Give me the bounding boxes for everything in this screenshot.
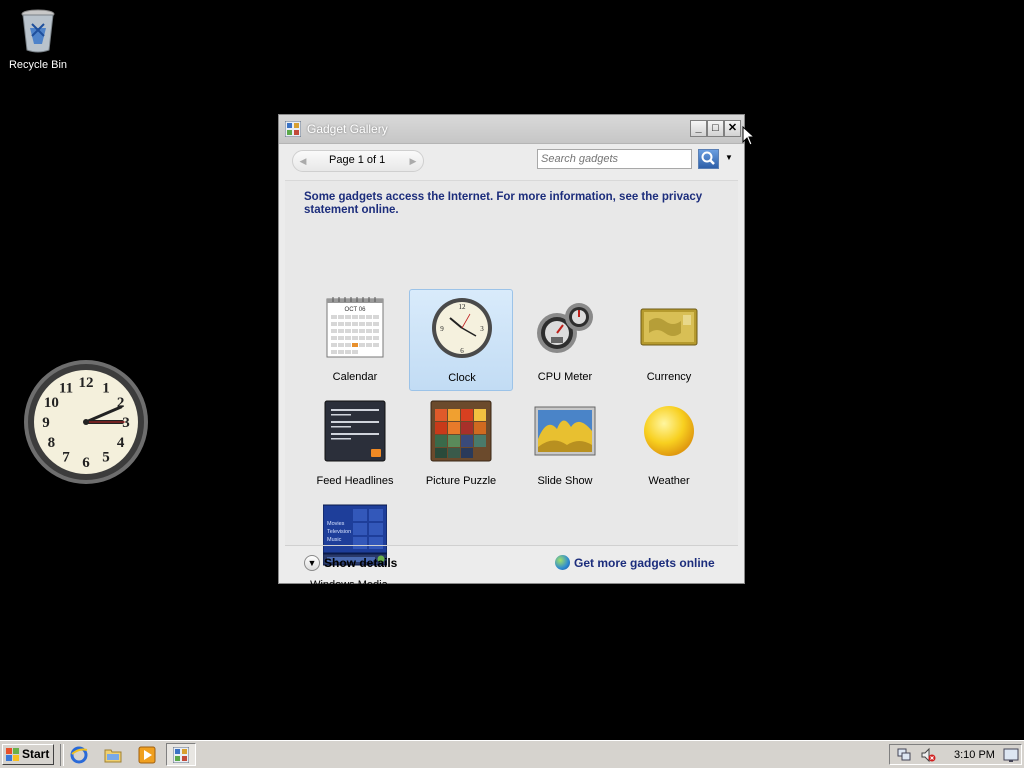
get-more-gadgets-label: Get more gadgets online — [574, 555, 715, 570]
clock-face: 12 1234567891011 — [24, 360, 148, 484]
internet-explorer-icon[interactable] — [70, 746, 88, 764]
gadget-currency[interactable]: Currency — [617, 289, 721, 391]
search-input[interactable] — [537, 149, 692, 169]
privacy-notice[interactable]: Some gadgets access the Internet. For mo… — [304, 191, 724, 217]
svg-text:3: 3 — [480, 325, 484, 333]
media-movies: Movies — [327, 521, 345, 527]
gadget-gallery-window: Gadget Gallery _ □ ✕ ◀ Page 1 of 1 ▶ ▼ S… — [278, 114, 745, 591]
window-footer: ▼ Show details Get more gadgets online — [285, 545, 738, 582]
network-icon[interactable] — [896, 747, 912, 763]
gadget-name: Picture Puzzle — [425, 475, 497, 487]
close-button[interactable]: ✕ — [724, 120, 741, 137]
gadget-gallery-icon — [285, 121, 301, 137]
clock-numeral: 11 — [59, 380, 73, 396]
gadget-feed-headlines[interactable]: Feed Headlines — [303, 393, 407, 495]
volume-muted-icon[interactable] — [920, 747, 936, 763]
currency-icon — [640, 308, 698, 346]
get-more-gadgets-link[interactable]: Get more gadgets online — [555, 555, 715, 571]
clock-numeral: 5 — [102, 450, 110, 466]
media-television: Television — [327, 529, 351, 535]
chevron-down-icon: ▼ — [304, 555, 320, 571]
clock-numeral: 10 — [44, 395, 59, 411]
weather-icon — [644, 406, 694, 456]
media-music: Music — [327, 537, 342, 543]
minimize-button[interactable]: _ — [690, 120, 707, 137]
clock-icon: 12 3 6 9 — [432, 298, 492, 358]
gadget-name: Weather — [648, 475, 690, 487]
picture-puzzle-icon — [430, 400, 492, 462]
media-player-icon[interactable] — [138, 746, 156, 764]
windows-logo-icon — [6, 748, 19, 761]
calendar-month: OCT 06 — [345, 307, 367, 313]
pager: ◀ Page 1 of 1 ▶ — [292, 150, 424, 172]
taskbar: Start 3:10 PM — [0, 740, 1024, 768]
gadget-list-area: Some gadgets access the Internet. For mo… — [285, 180, 738, 591]
desktop-clock-gadget[interactable]: 12 1 2 3 4 5 6 7 8 9 10 11 — [22, 360, 150, 488]
gadget-name: Calendar — [332, 371, 378, 383]
clock-numeral: 9 — [42, 415, 50, 431]
clock-numeral: 1 — [102, 380, 110, 396]
globe-icon — [555, 555, 570, 571]
clock-numeral: 12 — [79, 375, 94, 391]
gadget-gallery-task-icon — [173, 747, 189, 763]
taskbar-gadget-gallery-button[interactable] — [166, 743, 196, 766]
cpu-meter-icon — [537, 303, 593, 353]
next-page-icon[interactable]: ▶ — [406, 154, 420, 168]
gadget-clock[interactable]: 12 3 6 9 Clock — [409, 289, 513, 391]
search-options-chevron-icon[interactable]: ▼ — [725, 153, 733, 162]
gadget-cpu-meter[interactable]: CPU Meter — [513, 289, 617, 391]
gadget-name: Slide Show — [537, 475, 593, 487]
maximize-button[interactable]: □ — [707, 120, 724, 137]
clock-numeral: 6 — [82, 455, 90, 471]
clock-numeral: 4 — [117, 435, 125, 451]
calendar-icon: OCT 06 — [326, 297, 384, 358]
mouse-cursor-icon — [742, 126, 756, 146]
previous-page-icon[interactable]: ◀ — [296, 154, 310, 168]
quick-launch-separator — [60, 744, 64, 766]
search-button[interactable] — [698, 149, 719, 169]
folder-icon[interactable] — [104, 746, 122, 764]
show-desktop-icon[interactable] — [1003, 747, 1019, 763]
title-bar[interactable]: Gadget Gallery _ □ ✕ — [279, 115, 744, 144]
gadget-name: Currency — [646, 371, 692, 383]
gadget-name: Clock — [448, 372, 476, 384]
gadget-weather[interactable]: Weather — [617, 393, 721, 495]
recycle-bin[interactable]: Recycle Bin — [6, 6, 70, 71]
gadget-name: CPU Meter — [537, 371, 593, 383]
svg-text:9: 9 — [440, 325, 444, 333]
recycle-bin-label: Recycle Bin — [8, 59, 68, 71]
clock-numeral: 8 — [48, 435, 56, 451]
search-icon — [701, 151, 715, 165]
start-button[interactable]: Start — [2, 744, 54, 765]
feed-headlines-icon — [324, 400, 386, 462]
page-indicator: Page 1 of 1 — [329, 154, 386, 166]
svg-text:6: 6 — [460, 347, 464, 355]
svg-text:12: 12 — [459, 303, 467, 311]
gadget-slide-show[interactable]: Slide Show — [513, 393, 617, 495]
toolbar: ◀ Page 1 of 1 ▶ ▼ — [279, 144, 744, 180]
slide-show-icon — [534, 406, 596, 456]
clock-numeral: 7 — [62, 450, 70, 466]
gadget-calendar[interactable]: OCT 06 Calendar — [303, 289, 407, 391]
gadget-name: Feed Headlines — [316, 475, 394, 487]
recycle-bin-icon — [21, 9, 55, 53]
start-label: Start — [22, 747, 50, 761]
show-details-toggle[interactable]: ▼ Show details — [304, 555, 397, 571]
window-title: Gadget Gallery — [307, 122, 388, 136]
gadget-picture-puzzle[interactable]: Picture Puzzle — [409, 393, 513, 495]
taskbar-clock[interactable]: 3:10 PM — [954, 749, 995, 761]
show-details-label: Show details — [324, 556, 398, 570]
